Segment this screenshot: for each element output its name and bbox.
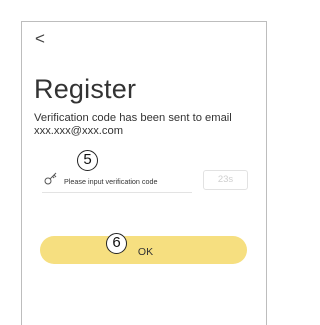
verification-sent-text: Verification code has been sent to email… [34,112,232,137]
page-title: Register [34,74,137,104]
ok-button[interactable]: OK [40,236,247,264]
annotation-badge-6: 6 [106,233,127,254]
key-icon [44,172,57,185]
resend-timer-button[interactable]: 23s [203,170,248,190]
ok-button-label: OK [137,246,154,258]
verification-code-field[interactable] [42,168,194,193]
chevron-left-icon[interactable]: < [35,30,53,48]
verification-code-input[interactable] [64,174,194,188]
annotation-badge-5: 5 [77,150,98,171]
